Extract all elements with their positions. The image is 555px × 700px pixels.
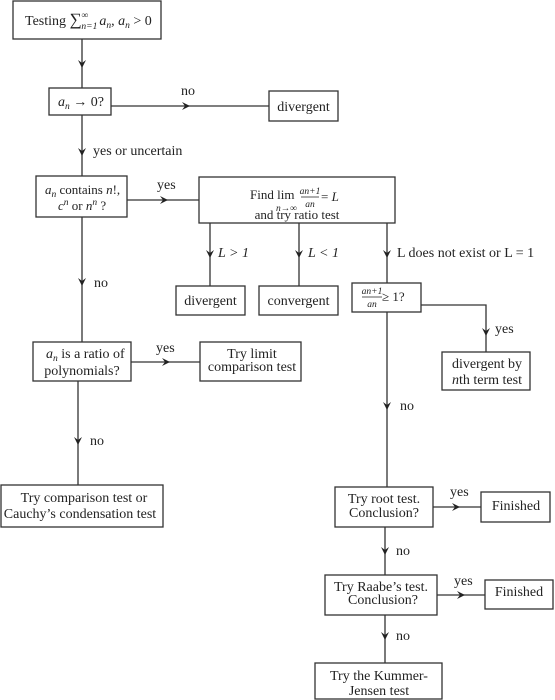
edge-label-L-lt-1: L < 1: [307, 246, 339, 261]
divergent-mid-text: divergent: [184, 294, 237, 309]
convergent-text: convergent: [268, 294, 330, 309]
ratio-ge1-denominator: an: [367, 300, 377, 310]
divergent-nth-line2: nth term test: [452, 373, 522, 388]
finished-1-text: Finished: [492, 499, 540, 514]
divergent-top-text: divergent: [277, 100, 330, 115]
edge-label-yes: yes: [156, 341, 175, 356]
edge-label-no: no: [181, 84, 195, 99]
finished-2-text: Finished: [495, 585, 543, 600]
raabe-line2: Conclusion?: [348, 593, 418, 608]
edge-label-L-other: L does not exist or L = 1: [397, 246, 534, 261]
ratio-ge1-numerator: an+1: [362, 287, 383, 297]
edge-label-no: no: [396, 544, 410, 559]
edge-label-yes: yes: [450, 485, 469, 500]
limit-comparison-line2: comparison test: [208, 360, 296, 375]
limit-zero-text: an → 0?: [58, 95, 104, 112]
connector: [421, 304, 487, 352]
polynomials-line1: an is a ratio of: [46, 347, 125, 364]
edge-label-no: no: [396, 629, 410, 644]
ratio-equals-L: = L: [321, 189, 339, 204]
ratio-find-text: Find lim: [250, 187, 294, 202]
edge-label-L-gt-1: L > 1: [217, 246, 249, 261]
divergent-nth-line1: divergent by: [452, 357, 522, 372]
polynomials-line2: polynomials?: [44, 364, 119, 379]
root-line1: Try root test.: [348, 492, 420, 507]
kummer-line1: Try the Kummer-: [330, 669, 428, 684]
ratio-ge1-text: ≥ 1?: [382, 289, 405, 304]
edge-label-no: no: [94, 276, 108, 291]
edge-label-yes: yes: [157, 178, 176, 193]
kummer-line2: Jensen test: [349, 684, 409, 699]
edge-label-yes: yes: [454, 574, 473, 589]
edge-label-no: no: [90, 434, 104, 449]
comparison-line2: Cauchy’s condensation test: [4, 507, 157, 522]
edge-label-no: no: [400, 399, 414, 414]
comparison-line1: Try comparison test or: [21, 491, 148, 506]
ratio-line2: and try ratio test: [255, 207, 340, 222]
edge-label-yes: yes: [495, 322, 514, 337]
series-test-flowchart: Testing ∑∞ n=1 an, an > 0 an → 0? divergen…: [0, 0, 554, 700]
edge-label-yes-or-uncertain: yes or uncertain: [93, 144, 182, 159]
ratio-numerator: an+1: [300, 187, 321, 197]
root-line2: Conclusion?: [349, 506, 419, 521]
